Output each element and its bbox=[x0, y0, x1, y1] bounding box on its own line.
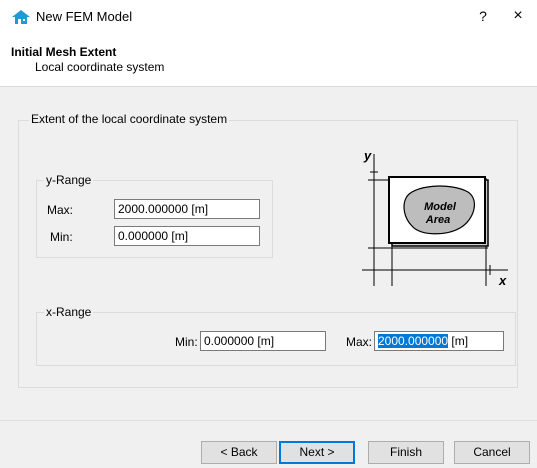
x-min-label: Min: bbox=[175, 335, 198, 349]
x-max-unit: [m] bbox=[448, 334, 469, 348]
x-max-selected-text: 2000.000000 bbox=[378, 334, 449, 348]
y-min-input[interactable]: 0.000000 [m] bbox=[114, 226, 260, 246]
y-min-label: Min: bbox=[50, 230, 73, 244]
diagram-area-label-1: Model bbox=[424, 201, 457, 213]
x-max-input[interactable]: 2000.000000 [m] bbox=[374, 331, 504, 351]
help-button[interactable]: ? bbox=[474, 6, 492, 26]
page-subtitle: Local coordinate system bbox=[35, 60, 165, 74]
page-title: Initial Mesh Extent bbox=[11, 45, 117, 59]
extent-group-label: Extent of the local coordinate system bbox=[29, 112, 230, 126]
window-title: New FEM Model bbox=[36, 9, 133, 24]
button-bar: < Back Next > Finish Cancel bbox=[0, 420, 537, 468]
next-button[interactable]: Next > bbox=[279, 441, 355, 464]
title-bar: New FEM Model ? × bbox=[0, 0, 537, 34]
finish-button[interactable]: Finish bbox=[368, 441, 444, 464]
wizard-header: Initial Mesh Extent Local coordinate sys… bbox=[0, 34, 537, 86]
x-min-input[interactable]: 0.000000 [m] bbox=[200, 331, 326, 351]
coordinate-diagram: Model Area y x bbox=[362, 148, 508, 288]
y-range-label: y-Range bbox=[44, 173, 94, 187]
back-button[interactable]: < Back bbox=[201, 441, 277, 464]
y-max-input[interactable]: 2000.000000 [m] bbox=[114, 199, 260, 219]
y-range-group bbox=[36, 180, 273, 258]
diagram-y-axis-label: y bbox=[363, 148, 372, 163]
diagram-area-label-2: Area bbox=[425, 214, 450, 226]
y-max-label: Max: bbox=[47, 203, 74, 217]
x-range-label: x-Range bbox=[44, 305, 94, 319]
close-button[interactable]: × bbox=[508, 6, 528, 26]
diagram-x-axis-label: x bbox=[498, 273, 507, 288]
app-icon bbox=[12, 10, 30, 24]
x-max-label: Max: bbox=[346, 335, 373, 349]
cancel-button[interactable]: Cancel bbox=[454, 441, 530, 464]
